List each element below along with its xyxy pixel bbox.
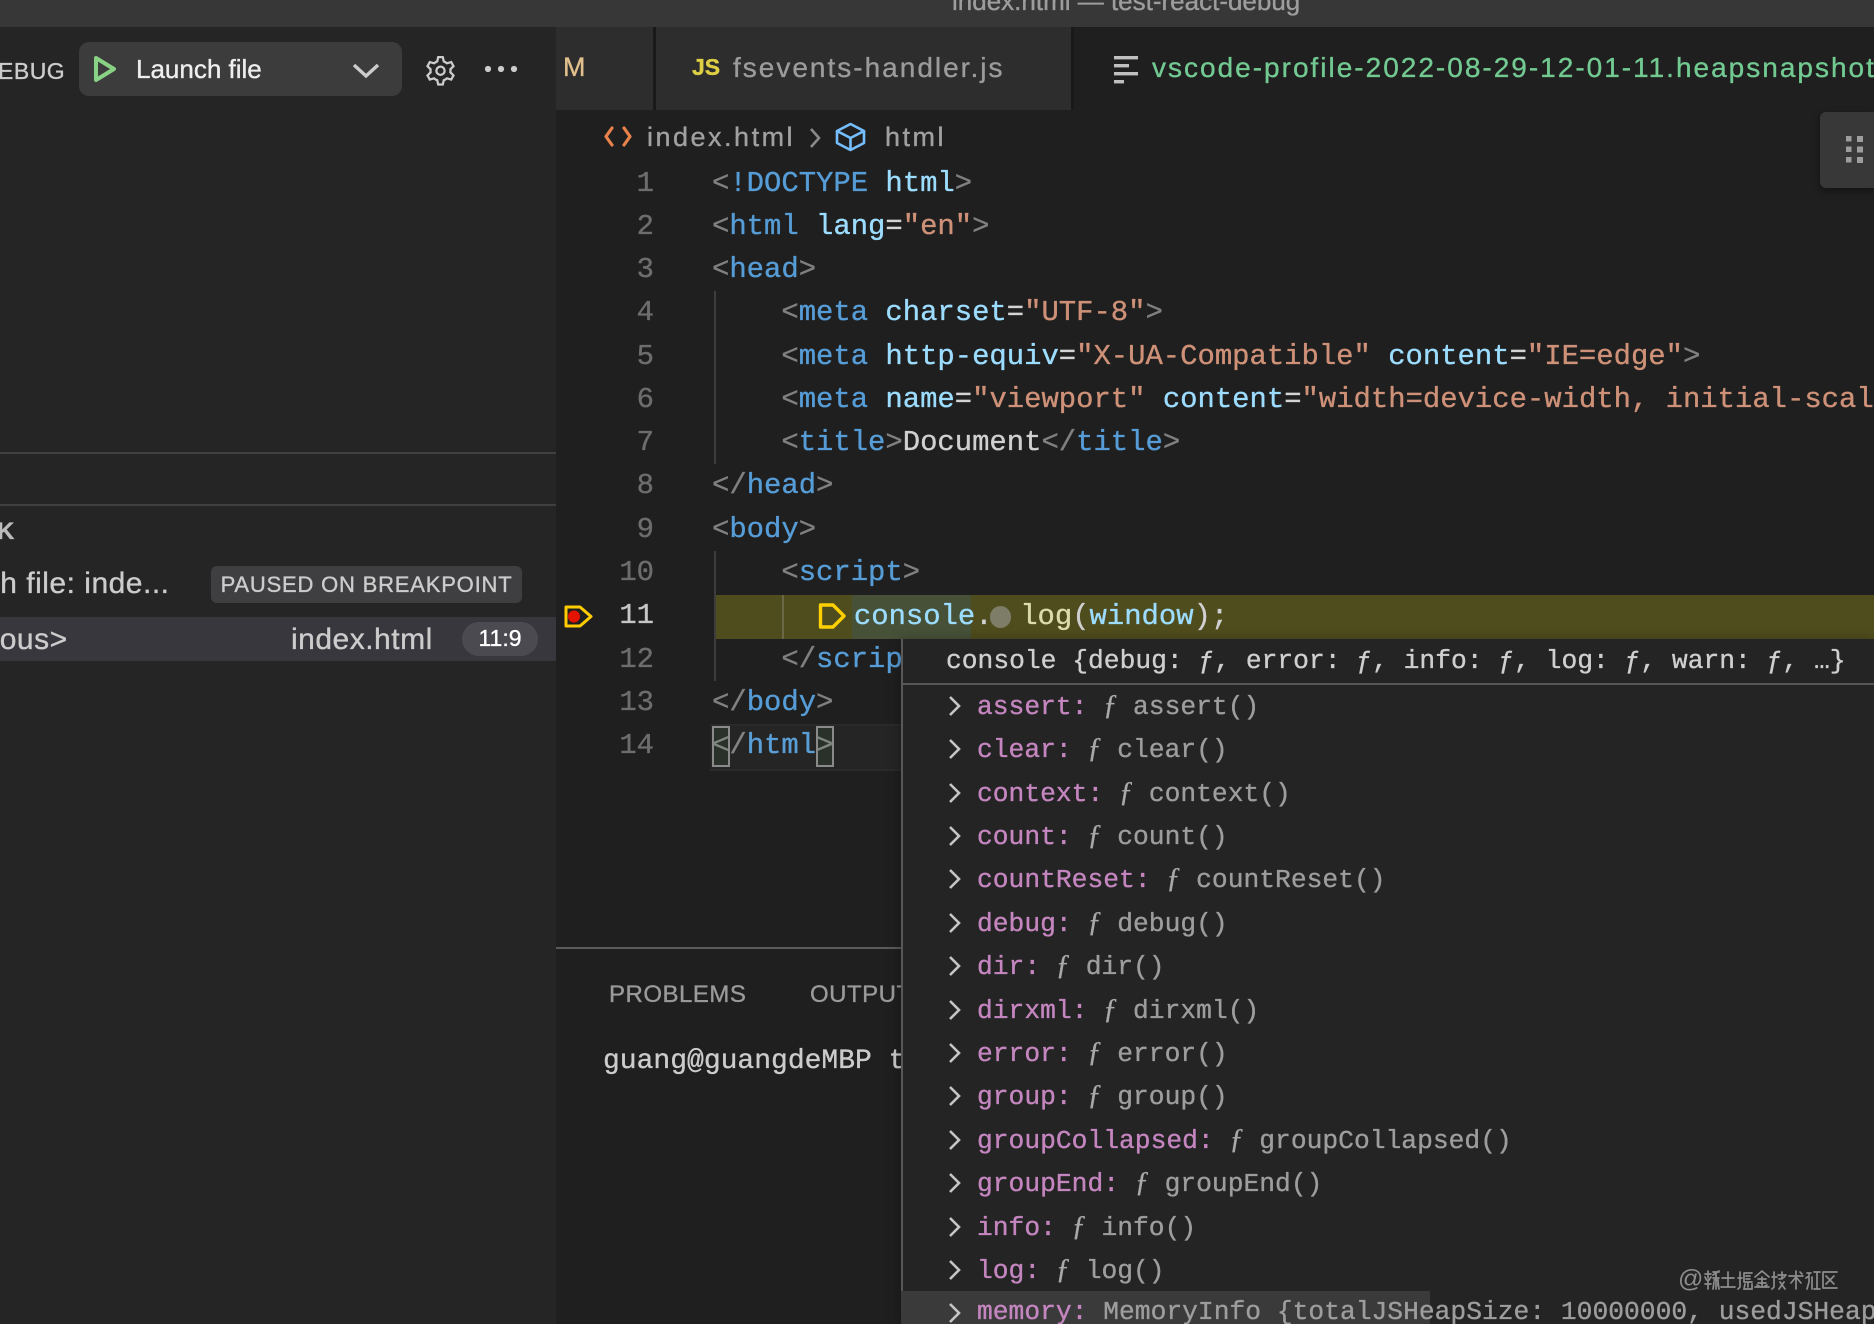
svg-text:@: @ [1678,1267,1703,1293]
